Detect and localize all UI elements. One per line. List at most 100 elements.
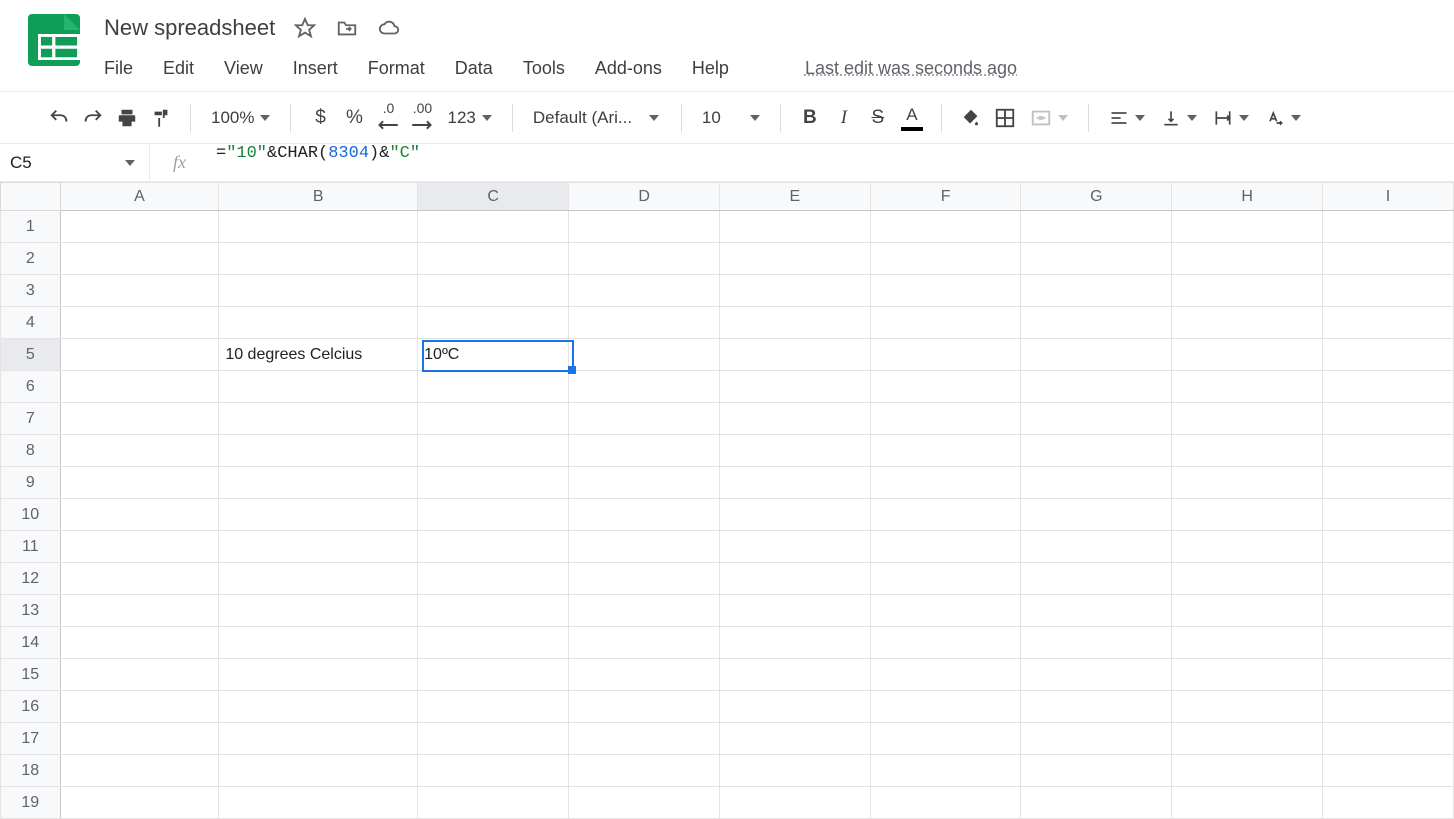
formula-input[interactable]: ="10"&CHAR(8304)&"C": [210, 144, 1454, 181]
cell-B11[interactable]: [219, 531, 418, 563]
cell-F12[interactable]: [870, 563, 1021, 595]
cell-D6[interactable]: [569, 371, 720, 403]
cell-H11[interactable]: [1172, 531, 1323, 563]
font-size-select[interactable]: 10: [696, 101, 766, 135]
col-header-H[interactable]: H: [1172, 183, 1323, 211]
cell-D14[interactable]: [569, 627, 720, 659]
cell-H10[interactable]: [1172, 499, 1323, 531]
last-edit-link[interactable]: Last edit was seconds ago: [805, 58, 1017, 79]
cell-I18[interactable]: [1322, 755, 1453, 787]
cell-B16[interactable]: [219, 691, 418, 723]
cell-D15[interactable]: [569, 659, 720, 691]
cell-B8[interactable]: [219, 435, 418, 467]
cell-I19[interactable]: [1322, 787, 1453, 819]
cell-B6[interactable]: [219, 371, 418, 403]
cell-D4[interactable]: [569, 307, 720, 339]
col-header-A[interactable]: A: [60, 183, 219, 211]
cell-H2[interactable]: [1172, 243, 1323, 275]
cell-I15[interactable]: [1322, 659, 1453, 691]
col-header-B[interactable]: B: [219, 183, 418, 211]
cell-I16[interactable]: [1322, 691, 1453, 723]
cell-D1[interactable]: [569, 211, 720, 243]
cell-C6[interactable]: [418, 371, 569, 403]
col-header-G[interactable]: G: [1021, 183, 1172, 211]
cell-D9[interactable]: [569, 467, 720, 499]
cell-E1[interactable]: [719, 211, 870, 243]
cell-G6[interactable]: [1021, 371, 1172, 403]
cell-G13[interactable]: [1021, 595, 1172, 627]
row-header-4[interactable]: 4: [1, 307, 61, 339]
cell-E4[interactable]: [719, 307, 870, 339]
cell-A13[interactable]: [60, 595, 219, 627]
cell-E7[interactable]: [719, 403, 870, 435]
cell-A7[interactable]: [60, 403, 219, 435]
redo-icon[interactable]: [78, 101, 108, 135]
cell-B14[interactable]: [219, 627, 418, 659]
row-header-19[interactable]: 19: [1, 787, 61, 819]
row-header-11[interactable]: 11: [1, 531, 61, 563]
cell-G3[interactable]: [1021, 275, 1172, 307]
paint-format-icon[interactable]: [146, 101, 176, 135]
menu-tools[interactable]: Tools: [523, 58, 565, 79]
cell-H16[interactable]: [1172, 691, 1323, 723]
cell-H4[interactable]: [1172, 307, 1323, 339]
menu-file[interactable]: File: [104, 58, 133, 79]
cell-H13[interactable]: [1172, 595, 1323, 627]
cell-D10[interactable]: [569, 499, 720, 531]
cell-H15[interactable]: [1172, 659, 1323, 691]
row-header-1[interactable]: 1: [1, 211, 61, 243]
row-header-13[interactable]: 13: [1, 595, 61, 627]
cell-B15[interactable]: [219, 659, 418, 691]
more-formats-select[interactable]: 123: [441, 101, 497, 135]
cell-C14[interactable]: [418, 627, 569, 659]
cell-H7[interactable]: [1172, 403, 1323, 435]
row-header-8[interactable]: 8: [1, 435, 61, 467]
cell-A3[interactable]: [60, 275, 219, 307]
row-header-12[interactable]: 12: [1, 563, 61, 595]
cell-A18[interactable]: [60, 755, 219, 787]
cell-A10[interactable]: [60, 499, 219, 531]
undo-icon[interactable]: [44, 101, 74, 135]
cell-F11[interactable]: [870, 531, 1021, 563]
cell-C5[interactable]: 10ºC: [418, 339, 569, 371]
row-header-3[interactable]: 3: [1, 275, 61, 307]
row-header-5[interactable]: 5: [1, 339, 61, 371]
cell-F15[interactable]: [870, 659, 1021, 691]
cell-D19[interactable]: [569, 787, 720, 819]
cell-F17[interactable]: [870, 723, 1021, 755]
cell-A8[interactable]: [60, 435, 219, 467]
menu-insert[interactable]: Insert: [293, 58, 338, 79]
cell-F19[interactable]: [870, 787, 1021, 819]
cell-E10[interactable]: [719, 499, 870, 531]
cell-H17[interactable]: [1172, 723, 1323, 755]
cell-G14[interactable]: [1021, 627, 1172, 659]
doc-title[interactable]: New spreadsheet: [104, 15, 275, 41]
cell-I1[interactable]: [1322, 211, 1453, 243]
italic-button[interactable]: I: [829, 101, 859, 135]
cell-A5[interactable]: [60, 339, 219, 371]
cell-I13[interactable]: [1322, 595, 1453, 627]
cell-A4[interactable]: [60, 307, 219, 339]
cell-C16[interactable]: [418, 691, 569, 723]
cell-E17[interactable]: [719, 723, 870, 755]
cell-H8[interactable]: [1172, 435, 1323, 467]
cell-A15[interactable]: [60, 659, 219, 691]
cell-H14[interactable]: [1172, 627, 1323, 659]
cell-I14[interactable]: [1322, 627, 1453, 659]
cell-D17[interactable]: [569, 723, 720, 755]
cell-G9[interactable]: [1021, 467, 1172, 499]
cell-G11[interactable]: [1021, 531, 1172, 563]
fill-color-button[interactable]: [956, 101, 986, 135]
cell-C1[interactable]: [418, 211, 569, 243]
cell-F5[interactable]: [870, 339, 1021, 371]
cell-D13[interactable]: [569, 595, 720, 627]
name-box[interactable]: C5: [0, 144, 150, 181]
cell-E8[interactable]: [719, 435, 870, 467]
menu-data[interactable]: Data: [455, 58, 493, 79]
row-header-10[interactable]: 10: [1, 499, 61, 531]
cell-D7[interactable]: [569, 403, 720, 435]
cell-G5[interactable]: [1021, 339, 1172, 371]
cell-A19[interactable]: [60, 787, 219, 819]
col-header-I[interactable]: I: [1322, 183, 1453, 211]
cell-G7[interactable]: [1021, 403, 1172, 435]
